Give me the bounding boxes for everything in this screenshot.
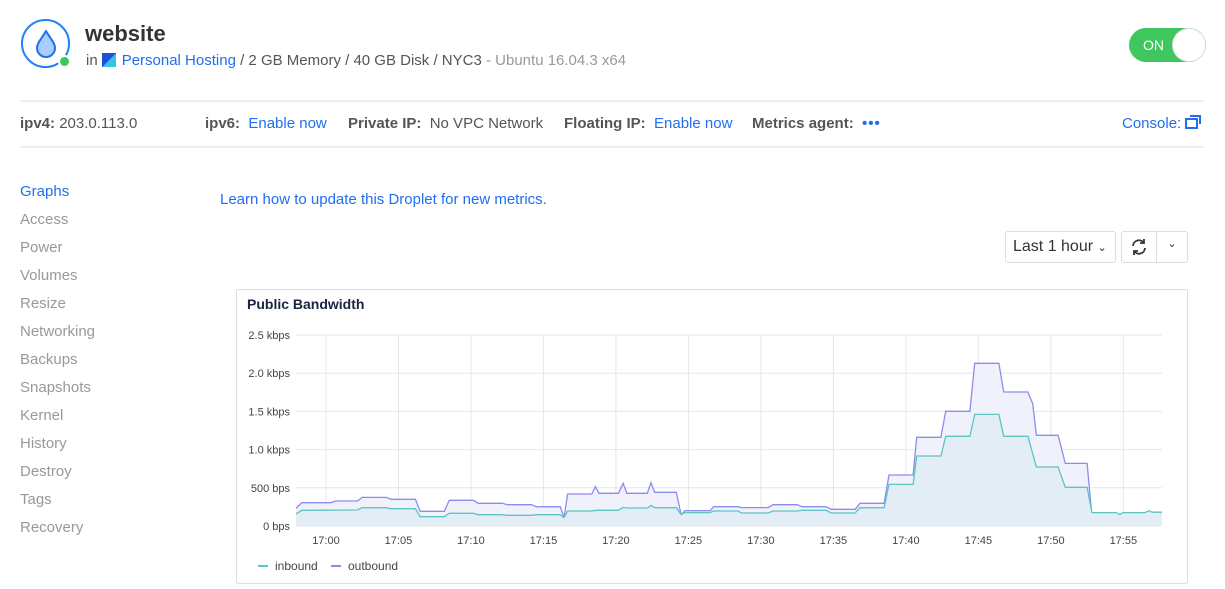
x-tick-label: 17:25	[675, 535, 703, 547]
y-tick-label: 500 bps	[251, 483, 291, 495]
legend-label-outbound: outbound	[348, 559, 398, 573]
x-tick-label: 17:30	[747, 535, 775, 547]
x-tick-label: 17:55	[1110, 535, 1138, 547]
x-tick-label: 17:15	[530, 535, 558, 547]
y-tick-label: 1.0 kbps	[248, 445, 290, 457]
x-tick-label: 17:50	[1037, 535, 1065, 547]
x-tick-label: 17:35	[820, 535, 848, 547]
x-tick-label: 17:45	[965, 535, 993, 547]
y-tick-label: 1.5 kbps	[248, 406, 290, 418]
legend-label-inbound: inbound	[275, 559, 318, 573]
y-tick-label: 0 bps	[263, 521, 290, 533]
x-tick-label: 17:40	[892, 535, 920, 547]
bandwidth-chart: 0 bps 500 bps 1.0 kbps 1.5 kbps 2.0 kbps 2.5 …	[248, 330, 1162, 573]
x-tick-label: 17:00	[312, 535, 340, 547]
x-tick-label: 17:20	[602, 535, 630, 547]
y-tick-label: 2.5 kbps	[248, 330, 290, 342]
x-tick-label: 17:05	[385, 535, 413, 547]
y-tick-label: 2.0 kbps	[248, 368, 290, 380]
x-tick-label: 17:10	[457, 535, 485, 547]
